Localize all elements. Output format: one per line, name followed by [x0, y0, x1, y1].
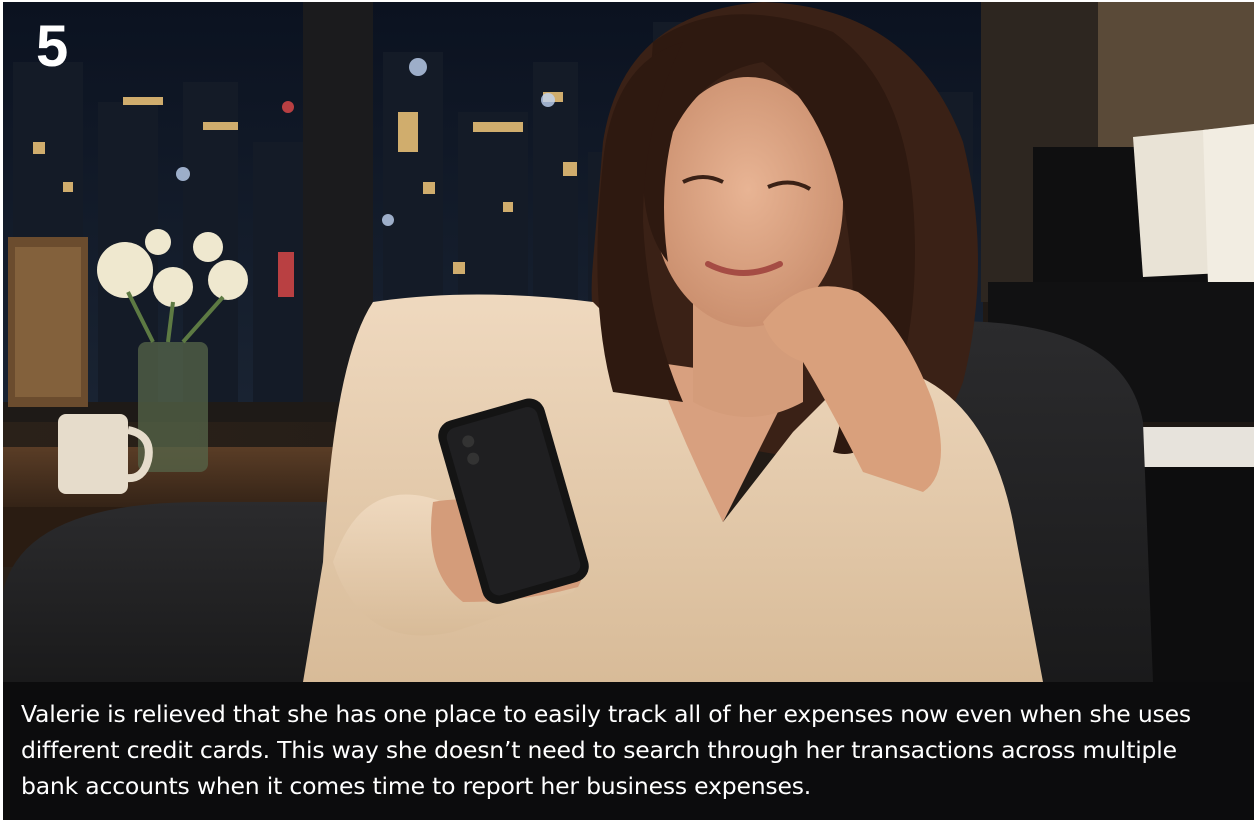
- step-number: 5: [36, 14, 68, 79]
- slide-frame: 5 Valerie is relieved that she has one p…: [0, 0, 1257, 823]
- caption-text: Valerie is relieved that she has one pla…: [21, 700, 1191, 800]
- photo-scene: 5: [3, 2, 1254, 682]
- woman-reading-phone-photo: [3, 2, 1254, 682]
- caption-bar: Valerie is relieved that she has one pla…: [3, 682, 1254, 820]
